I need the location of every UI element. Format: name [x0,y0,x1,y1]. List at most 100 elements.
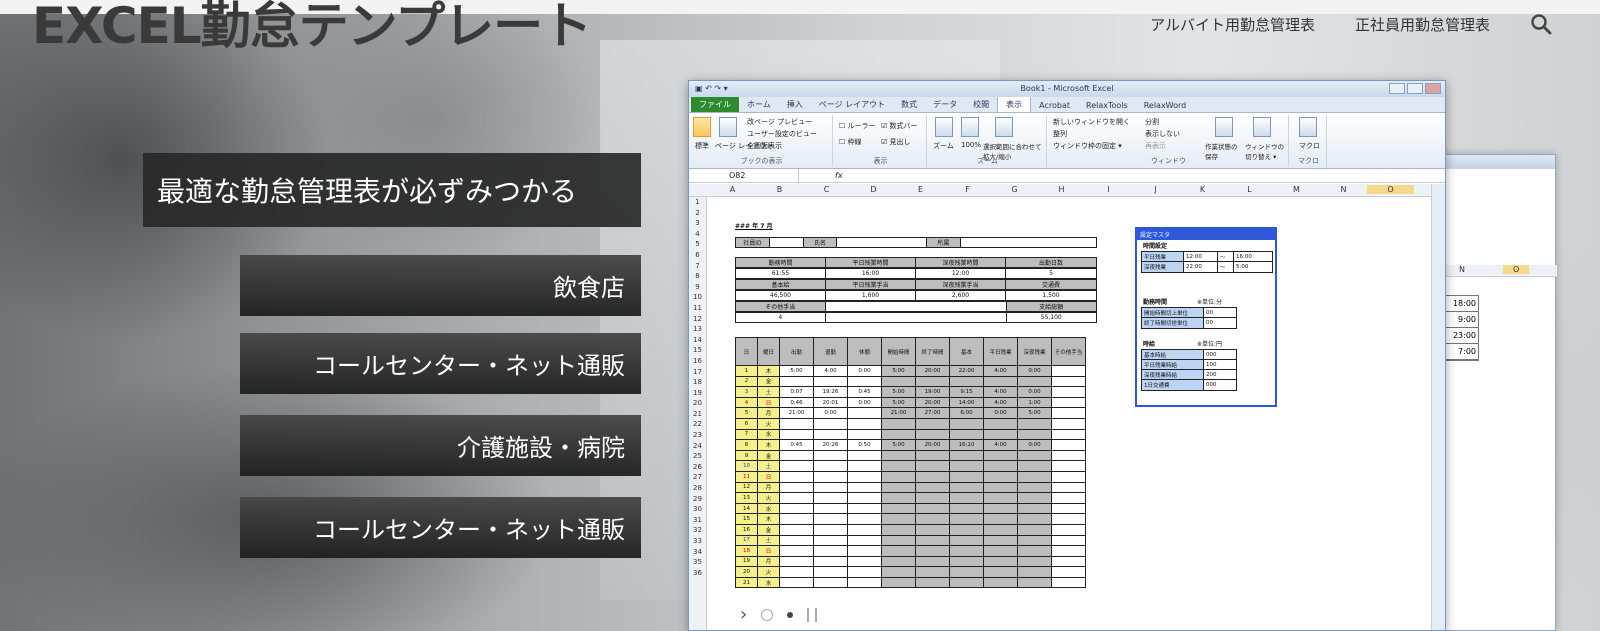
row-header[interactable]: 20 [689,398,706,409]
normal-view-icon[interactable] [693,117,711,137]
unhide-button[interactable]: 再表示 [1145,141,1166,151]
row-header[interactable]: 10 [689,292,706,303]
row-header[interactable]: 6 [689,250,706,261]
tab-file[interactable]: ファイル [691,97,739,112]
close-icon[interactable] [1425,83,1441,94]
row-header[interactable]: 14 [689,335,706,346]
column-header[interactable]: G [991,185,1038,194]
arrange-button[interactable]: 整列 [1053,129,1067,139]
new-window-button[interactable]: 新しいウィンドウを開く [1053,117,1130,127]
row-header[interactable]: 3 [689,218,706,229]
column-header[interactable]: H [1038,185,1085,194]
save-workspace-icon[interactable] [1215,117,1233,137]
tab-view[interactable]: 表示 [997,96,1032,112]
row-header[interactable]: 4 [689,229,706,240]
menu-button-call-center-2[interactable]: コールセンター・ネット通販 [240,497,641,558]
page-break-preview-button[interactable]: 改ページ プレビュー [747,117,812,127]
row-header[interactable]: 12 [689,314,706,325]
row-header[interactable]: 11 [689,303,706,314]
row-header[interactable]: 5 [689,239,706,250]
tab-relaxword[interactable]: RelaxWord [1136,99,1195,112]
row-header[interactable]: 18 [689,377,706,388]
switch-windows-icon[interactable] [1253,117,1271,137]
column-header[interactable]: J [1132,185,1179,194]
row-header[interactable]: 35 [689,557,706,568]
row-header[interactable]: 15 [689,345,706,356]
row-header[interactable]: 33 [689,536,706,547]
tab-insert[interactable]: 挿入 [779,97,811,112]
column-header[interactable]: F [944,185,991,194]
row-header[interactable]: 28 [689,483,706,494]
row-header[interactable]: 21 [689,409,706,420]
fx-icon[interactable]: fx [835,169,843,182]
tab-page-layout[interactable]: ページ レイアウト [811,97,893,112]
row-header[interactable]: 30 [689,504,706,515]
row-header[interactable]: 22 [689,419,706,430]
maximize-icon[interactable] [1407,83,1423,94]
menu-button-call-center[interactable]: コールセンター・ネット通販 [240,333,641,394]
row-header[interactable]: 9 [689,282,706,293]
row-header[interactable]: 32 [689,525,706,536]
column-header[interactable]: B [756,185,803,194]
row-header[interactable]: 36 [689,568,706,579]
tab-review[interactable]: 校閲 [965,97,997,112]
slide-dot[interactable] [787,611,794,618]
row-header[interactable]: 19 [689,388,706,399]
zoom-100-icon[interactable] [961,117,979,137]
zoom-icon[interactable] [935,117,953,137]
macro-icon[interactable] [1299,117,1317,137]
row-header[interactable]: 25 [689,451,706,462]
row-header[interactable]: 34 [689,547,706,558]
column-header[interactable]: I [1085,185,1132,194]
chevron-right-icon[interactable]: › [740,604,747,625]
formula-bar-checkbox[interactable]: ☑ 数式バー [881,121,918,131]
zoom-selection-icon[interactable] [995,117,1013,137]
minimize-icon[interactable] [1389,83,1405,94]
site-title[interactable]: EXCEL勤怠テンプレート [32,0,592,58]
search-icon[interactable] [1530,13,1552,35]
row-header[interactable]: 1 [689,197,706,208]
row-header[interactable]: 26 [689,462,706,473]
row-header[interactable]: 7 [689,261,706,272]
tab-formulas[interactable]: 数式 [893,97,925,112]
freeze-panes-button[interactable]: ウィンドウ枠の固定 ▾ [1053,141,1122,151]
row-header[interactable]: 8 [689,271,706,282]
row-header[interactable]: 13 [689,324,706,335]
column-header[interactable]: O [1367,185,1414,194]
column-header[interactable]: L [1226,185,1273,194]
row-header[interactable]: 24 [689,441,706,452]
ruler-checkbox[interactable]: ☐ ルーラー [839,121,876,131]
column-header[interactable]: K [1179,185,1226,194]
row-header[interactable]: 29 [689,494,706,505]
row-header[interactable]: 2 [689,208,706,219]
row-header[interactable]: 31 [689,515,706,526]
hide-button[interactable]: 表示しない [1145,129,1180,139]
custom-views-button[interactable]: ユーザー設定のビュー [747,129,817,139]
slide-dot-active[interactable] [761,608,774,621]
tab-relaxtools[interactable]: RelaxTools [1078,99,1136,112]
tab-home[interactable]: ホーム [739,97,779,112]
full-screen-button[interactable]: 全画面表示 [747,141,782,151]
gridlines-checkbox[interactable]: ☐ 枠線 [839,137,862,147]
column-header[interactable]: A [709,185,756,194]
column-header[interactable]: C [803,185,850,194]
menu-button-care-hospital[interactable]: 介護施設・病院 [240,415,641,476]
pause-icon[interactable] [807,607,818,622]
menu-button-restaurant[interactable]: 飲食店 [240,255,641,316]
tab-acrobat[interactable]: Acrobat [1031,99,1078,112]
row-header[interactable]: 17 [689,367,706,378]
column-header[interactable]: M [1273,185,1320,194]
vertical-scrollbar[interactable] [1431,184,1445,630]
split-button[interactable]: 分割 [1145,117,1159,127]
headings-checkbox[interactable]: ☑ 見出し [881,137,911,147]
nav-link-full-time[interactable]: 正社員用勤怠管理表 [1355,14,1490,35]
tab-data[interactable]: データ [925,97,965,112]
row-header[interactable]: 16 [689,356,706,367]
column-header[interactable]: N [1320,185,1367,194]
row-header[interactable]: 27 [689,472,706,483]
column-header[interactable]: D [850,185,897,194]
nav-link-part-time[interactable]: アルバイト用勤怠管理表 [1150,14,1315,35]
row-header[interactable]: 23 [689,430,706,441]
page-layout-icon[interactable] [719,117,737,137]
column-header[interactable]: E [897,185,944,194]
